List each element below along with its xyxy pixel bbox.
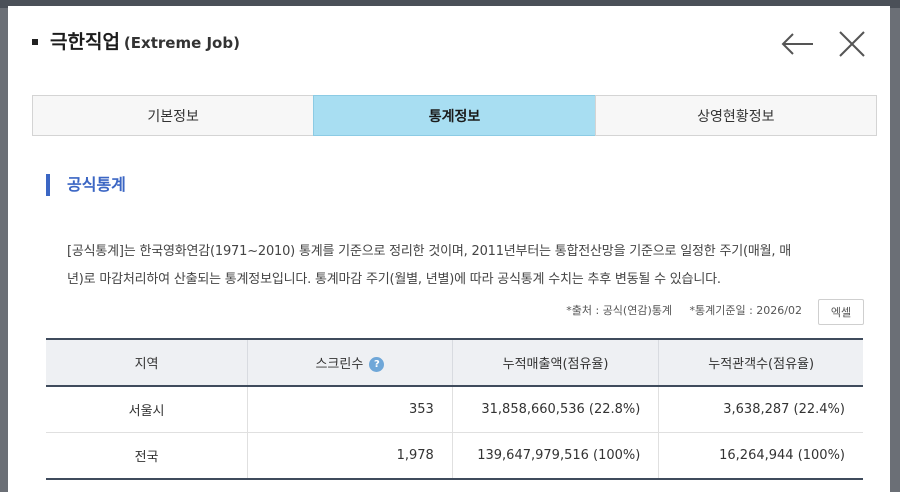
title-bullet (32, 39, 38, 45)
cell-screens: 1,978 (247, 432, 453, 480)
movie-title: 극한직업 (Extreme Job) (50, 28, 240, 57)
cell-region: 서울시 (46, 386, 248, 433)
section-title: 공식통계 (67, 175, 126, 194)
cell-audience: 3,638,287 (22.4%) (658, 386, 863, 433)
detail-tabs: 기본정보 통계정보 상영현황정보 (32, 95, 877, 136)
movie-detail-modal: 극한직업 (Extreme Job) 기본정보 통계정보 상영현황정보 공식통계 … (8, 6, 890, 492)
cell-sales: 31,858,660,536 (22.8%) (451, 386, 659, 433)
movie-title-english: (Extreme Job) (123, 34, 240, 52)
cell-audience: 16,264,944 (100%) (658, 432, 863, 480)
table-header-row: 지역 스크린수 ? 누적매출액(점유율) 누적관객수(점유율) (46, 339, 863, 386)
base-date-note: *통계기준일 : 2026/02 (689, 304, 803, 317)
description-line: 년)로 마감처리하여 산출되는 통계정보입니다. 통계마감 주기(월별, 년별)… (67, 272, 721, 287)
header-screens-label: 스크린수 (315, 357, 364, 372)
tab-screening-status[interactable]: 상영현황정보 (594, 95, 877, 136)
header-cumulative-sales: 누적매출액(점유율) (451, 339, 659, 386)
table-row: 전국 1,978 139,647,979,516 (100%) 16,264,9… (46, 432, 863, 480)
excel-download-button[interactable]: 엑셀 (818, 299, 864, 325)
header-region: 지역 (46, 339, 248, 386)
help-icon[interactable]: ? (369, 357, 385, 372)
statistics-meta: *출처 : 공식(연감)통계 *통계기준일 : 2026/02 (552, 303, 802, 319)
modal-header: 극한직업 (Extreme Job) (8, 6, 890, 86)
tab-statistics[interactable]: 통계정보 (313, 95, 596, 136)
tab-basic-info[interactable]: 기본정보 (32, 95, 315, 136)
movie-title-korean: 극한직업 (50, 31, 120, 53)
description-line: [공식통계]는 한국영화연감(1971~2010) 통계를 기준으로 정리한 것… (67, 244, 791, 259)
statistics-description: [공식통계]는 한국영화연감(1971~2010) 통계를 기준으로 정리한 것… (67, 238, 869, 294)
close-icon[interactable] (834, 26, 870, 62)
cell-region: 전국 (46, 432, 248, 480)
source-note: *출처 : 공식(연감)통계 (566, 304, 672, 317)
statistics-table: 지역 스크린수 ? 누적매출액(점유율) 누적관객수(점유율) 서울시 353 … (46, 338, 863, 480)
header-screens: 스크린수 ? (247, 339, 453, 386)
header-cumulative-audience: 누적관객수(점유율) (658, 339, 863, 386)
cell-sales: 139,647,979,516 (100%) (451, 432, 659, 480)
table-row: 서울시 353 31,858,660,536 (22.8%) 3,638,287… (46, 386, 863, 433)
arrow-left-icon[interactable] (780, 26, 816, 62)
cell-screens: 353 (247, 386, 453, 433)
section-accent-bar (46, 174, 50, 196)
